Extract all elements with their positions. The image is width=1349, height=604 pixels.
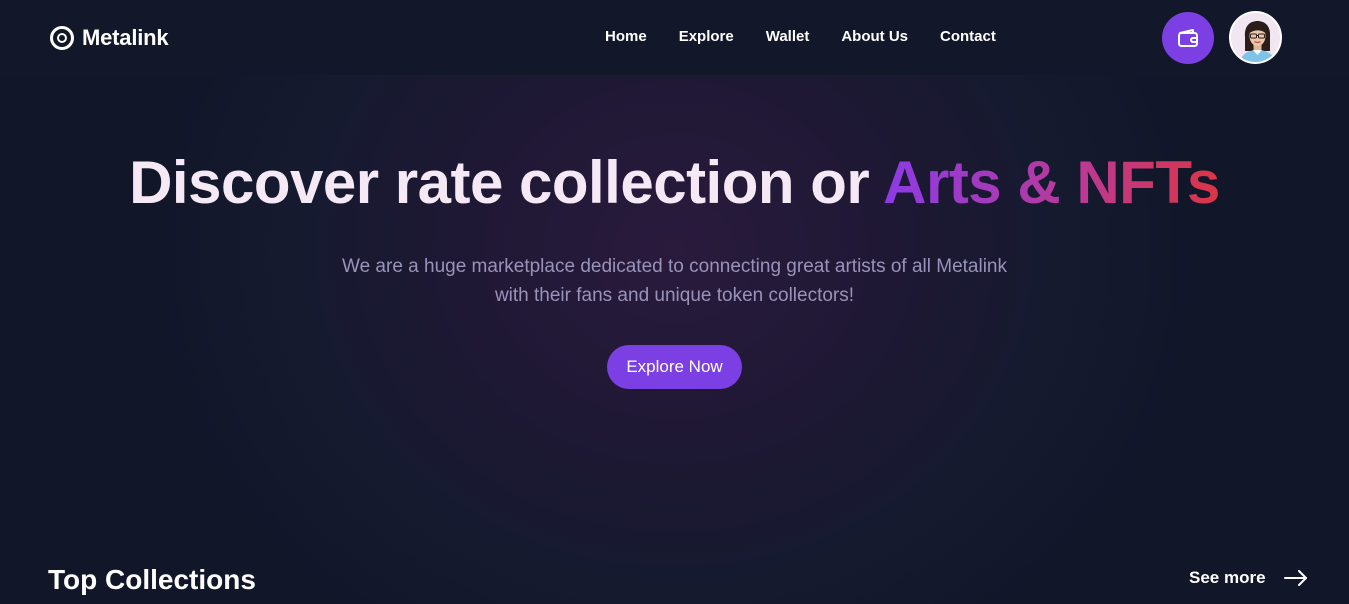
nav-item-wallet[interactable]: Wallet — [766, 28, 810, 45]
main-nav: Home Explore Wallet About Us Contact — [605, 28, 1028, 45]
see-more-link[interactable]: See more — [1189, 568, 1308, 588]
nav-item-explore[interactable]: Explore — [679, 28, 734, 45]
top-navbar: Metalink Home Explore Wallet About Us Co… — [0, 0, 1349, 75]
explore-now-button[interactable]: Explore Now — [607, 345, 742, 389]
hero-subtitle: We are a huge marketplace dedicated to c… — [300, 252, 1049, 310]
wallet-button[interactable] — [1162, 12, 1214, 64]
user-avatar[interactable] — [1229, 11, 1282, 64]
page: Metalink Home Explore Wallet About Us Co… — [0, 0, 1349, 604]
brand-logo[interactable]: Metalink — [50, 24, 169, 52]
woman-avatar-icon — [1231, 13, 1280, 62]
ring-logo-icon — [50, 26, 74, 50]
nav-item-contact[interactable]: Contact — [940, 28, 996, 45]
nav-item-home[interactable]: Home — [605, 28, 647, 45]
arrow-right-icon — [1283, 570, 1308, 586]
top-collections-title: Top Collections — [48, 564, 256, 595]
hero-title-main: Discover rate collection or — [129, 149, 884, 216]
hero-subtitle-line-1: We are a huge marketplace dedicated to c… — [341, 256, 1008, 277]
hero-subtitle-line-2: with their fans and unique token collect… — [494, 285, 855, 306]
wallet-icon — [1178, 29, 1198, 47]
brand-name: Metalink — [82, 25, 169, 50]
hero-title-accent: Arts & NFTs — [883, 149, 1220, 216]
nav-item-about-us[interactable]: About Us — [841, 28, 908, 45]
hero-title: Discover rate collection or Arts & NFTs — [0, 148, 1349, 217]
see-more-label: See more — [1189, 568, 1266, 587]
